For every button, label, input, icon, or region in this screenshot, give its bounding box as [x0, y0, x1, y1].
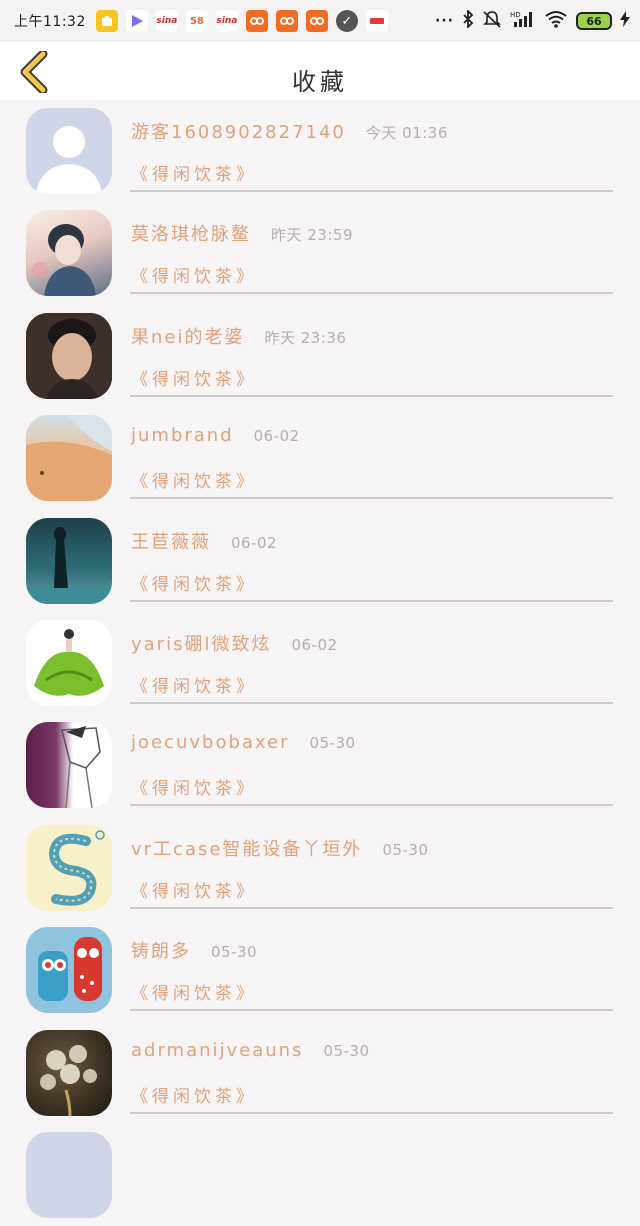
row-tag: 《得闲饮茶》	[131, 165, 257, 185]
page-title: 收藏	[292, 68, 348, 96]
list-item-partial[interactable]	[0, 1124, 640, 1226]
row-name: 游客1608902827140 今天 01:36	[131, 118, 448, 144]
avatar	[26, 824, 112, 911]
row-name: 果nei的老婆 昨天 23:36	[131, 323, 346, 349]
divider	[130, 804, 613, 807]
user-name: 果nei的老婆	[131, 326, 245, 348]
row-time: 06-02	[231, 533, 278, 552]
battery-icon: 66	[576, 12, 612, 30]
divider	[130, 599, 613, 602]
favorites-list: 游客1608902827140 今天 01:36 《得闲饮茶》 莫洛琪枪脉鳌 昨天 …	[0, 100, 640, 1226]
row-tag: 《得闲饮茶》	[131, 676, 257, 697]
row-tag: 《得闲饮茶》	[131, 779, 257, 800]
list-item[interactable]: joecuvbobaxer 05-30 《得闲饮茶》	[0, 714, 640, 816]
bluetooth-icon	[462, 8, 474, 32]
status-time: 上午11:32	[14, 14, 86, 30]
avatar	[26, 722, 112, 809]
divider	[130, 394, 613, 397]
row-tag: 《得闲饮茶》	[131, 881, 257, 902]
list-item[interactable]: 游客1608902827140 今天 01:36 《得闲饮茶》	[0, 100, 640, 202]
row-time: 06-02	[291, 635, 338, 654]
more-icon: ···	[435, 13, 454, 29]
58-icon: 58	[185, 10, 208, 32]
user-name: jumbrand	[131, 425, 234, 447]
avatar	[26, 517, 112, 604]
svg-text:HD: HD	[510, 11, 521, 19]
list-item[interactable]: 果nei的老婆 昨天 23:36 《得闲饮茶》	[0, 305, 640, 407]
row-time: 今天 01:36	[365, 124, 448, 142]
divider	[130, 1111, 613, 1114]
play-store-icon	[125, 10, 148, 32]
user-name: adrmanijveauns	[131, 1039, 304, 1061]
row-name: adrmanijveauns 05-30	[131, 1040, 370, 1061]
row-tag: 《得闲饮茶》	[131, 472, 257, 493]
news-icon	[365, 10, 388, 32]
list-item[interactable]: adrmanijveauns 05-30 《得闲饮茶》	[0, 1022, 640, 1124]
yellow-app-icon	[95, 10, 118, 32]
row-name: yaris硼l微致炫 06-02	[131, 630, 338, 656]
row-name: 铸朗多 05-30	[131, 937, 257, 963]
user-name: 王苣薇薇	[131, 531, 211, 553]
row-tag: 《得闲饮茶》	[131, 984, 257, 1005]
row-time: 05-30	[309, 734, 356, 753]
user-name: 铸朗多	[131, 941, 191, 963]
signal-hd-icon: HD	[510, 10, 536, 32]
taobao-icon-2	[275, 10, 298, 32]
mute-bell-icon	[482, 10, 502, 32]
avatar	[26, 619, 112, 706]
user-name: yaris硼l微致炫	[131, 633, 272, 655]
row-tag: 《得闲饮茶》	[131, 1086, 257, 1107]
header: 收藏	[0, 42, 640, 100]
avatar	[26, 927, 112, 1014]
avatar	[26, 108, 112, 194]
row-time: 05-30	[382, 840, 429, 859]
row-time: 05-30	[211, 943, 258, 962]
row-name: 莫洛琪枪脉鳌 昨天 23:59	[131, 220, 353, 246]
list-item[interactable]: vr工case智能设备丫垣外 05-30 《得闲饮茶》	[0, 817, 640, 919]
status-bar: 上午11:32 sina 58 sina ✓ ··· HD 66	[0, 0, 640, 42]
taobao-icon-3	[305, 10, 328, 32]
row-time: 昨天 23:36	[264, 328, 347, 347]
row-tag: 《得闲饮茶》	[131, 369, 257, 390]
divider	[130, 1009, 613, 1012]
divider	[130, 701, 613, 704]
row-name: joecuvbobaxer 05-30	[131, 732, 356, 753]
avatar	[26, 210, 112, 297]
divider	[130, 906, 613, 909]
sina-icon: sina	[155, 10, 178, 32]
row-tag: 《得闲饮茶》	[131, 267, 257, 288]
user-name: 莫洛琪枪脉鳌	[131, 224, 251, 246]
avatar	[26, 415, 112, 502]
list-item[interactable]: 莫洛琪枪脉鳌 昨天 23:59 《得闲饮茶》	[0, 202, 640, 304]
row-name: jumbrand 06-02	[131, 425, 300, 446]
divider	[130, 190, 613, 192]
avatar	[26, 312, 112, 399]
user-name: 游客1608902827140	[131, 122, 346, 143]
list-item[interactable]: 铸朗多 05-30 《得闲饮茶》	[0, 919, 640, 1021]
avatar	[26, 1029, 112, 1116]
row-name: vr工case智能设备丫垣外 05-30	[131, 835, 429, 861]
list-item[interactable]: yaris硼l微致炫 06-02 《得闲饮茶》	[0, 612, 640, 714]
sina-icon-2: sina	[215, 10, 238, 32]
row-time: 06-02	[253, 427, 300, 446]
charging-icon	[620, 11, 630, 31]
wifi-icon	[544, 10, 568, 32]
taobao-icon	[245, 10, 268, 32]
check-circle-icon: ✓	[335, 10, 358, 32]
divider	[130, 497, 613, 500]
avatar	[26, 1131, 112, 1218]
user-name: joecuvbobaxer	[131, 732, 290, 754]
divider	[130, 292, 613, 295]
user-name: vr工case智能设备丫垣外	[131, 838, 363, 860]
row-tag: 《得闲饮茶》	[131, 574, 257, 595]
row-time: 昨天 23:59	[271, 226, 353, 245]
row-name: 王苣薇薇 06-02	[131, 528, 277, 554]
list-item[interactable]: jumbrand 06-02 《得闲饮茶》	[0, 407, 640, 509]
row-time: 05-30	[323, 1041, 370, 1060]
list-item[interactable]: 王苣薇薇 06-02 《得闲饮茶》	[0, 510, 640, 612]
